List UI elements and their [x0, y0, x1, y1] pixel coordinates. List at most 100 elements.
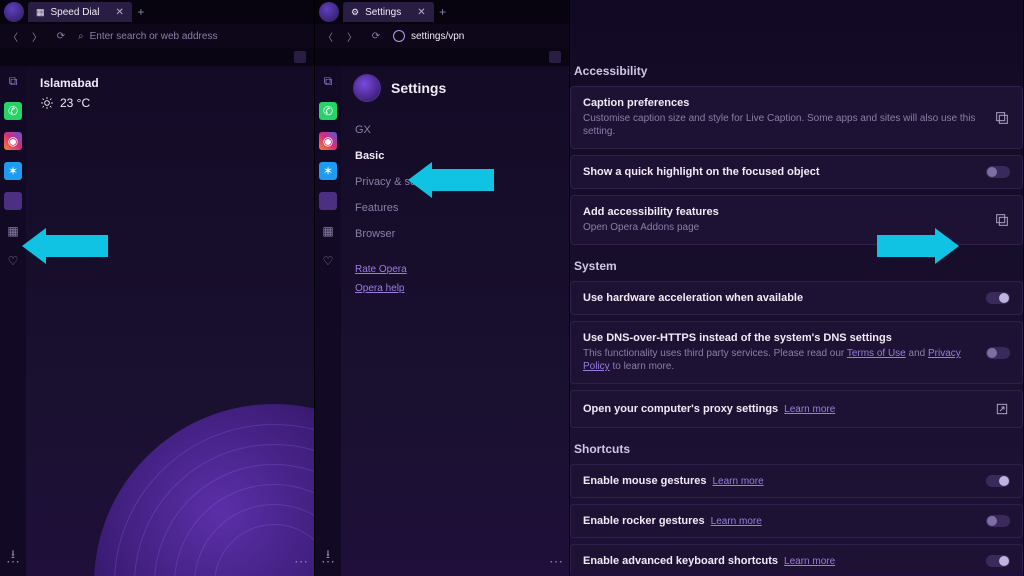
reload-icon[interactable]: ⟳: [369, 31, 383, 42]
link-terms[interactable]: Terms of Use: [847, 348, 906, 359]
row-rocker-gestures[interactable]: Enable rocker gestures Learn more: [570, 504, 1023, 538]
toggle-rocker-gestures[interactable]: [986, 515, 1010, 527]
row-title: Enable advanced keyboard shortcuts: [583, 555, 778, 567]
overflow-menu-left[interactable]: ⋯: [321, 553, 335, 570]
back-icon[interactable]: 〈: [321, 29, 335, 44]
new-tab-button[interactable]: +: [434, 3, 452, 21]
pinned-tile-icon[interactable]: [319, 192, 337, 210]
open-external-icon: [994, 401, 1010, 417]
row-title: Open your computer's proxy settings: [583, 403, 778, 415]
tab-settings[interactable]: ⚙ Settings ✕: [343, 2, 434, 22]
new-tab-button[interactable]: +: [132, 3, 150, 21]
omnibox[interactable]: ⌕ Enter search or web address: [78, 31, 308, 42]
toggle-mouse-gestures[interactable]: [986, 475, 1010, 487]
section-accessibility: Accessibility: [574, 64, 1023, 78]
grid-icon: ▦: [36, 7, 45, 18]
pane-settings-nav: ⚙ Settings ✕ + 〈 〉 ⟳ settings/vpn ⧉ ✆ ◉ …: [315, 0, 570, 576]
tab-title: Settings: [365, 7, 401, 18]
help-links: Rate Opera Opera help: [355, 264, 559, 294]
nav-features[interactable]: Features: [355, 202, 559, 214]
nav-browser[interactable]: Browser: [355, 228, 559, 240]
whatsapp-icon[interactable]: ✆: [4, 102, 22, 120]
link-learn-more[interactable]: Learn more: [784, 556, 835, 567]
row-title: Caption preferences: [583, 97, 984, 109]
twitch-icon[interactable]: ⧉: [4, 72, 22, 90]
link-learn-more[interactable]: Learn more: [784, 404, 835, 415]
heart-icon[interactable]: ♡: [319, 252, 337, 270]
settings-title: Settings: [391, 80, 446, 96]
heart-icon[interactable]: ♡: [4, 252, 22, 270]
overflow-menu-left[interactable]: ⋯: [6, 553, 20, 570]
annotation-arrow-2: [408, 162, 494, 198]
row-subtitle: Customise caption size and style for Liv…: [583, 112, 984, 138]
row-mouse-gestures[interactable]: Enable mouse gestures Learn more: [570, 464, 1023, 498]
omnibox-placeholder: Enter search or web address: [90, 31, 218, 42]
external-link-icon: [994, 212, 1010, 228]
row-title: Show a quick highlight on the focused ob…: [583, 166, 976, 178]
sun-icon: [40, 96, 54, 110]
section-shortcuts: Shortcuts: [574, 442, 1023, 456]
tab-strip: ⚙ Settings ✕ +: [315, 0, 569, 24]
opera-logo-icon: [4, 2, 24, 22]
instagram-icon[interactable]: ◉: [4, 132, 22, 150]
tab-strip: ▦ Speed Dial ✕ +: [0, 0, 314, 24]
whatsapp-icon[interactable]: ✆: [319, 102, 337, 120]
twitter-icon[interactable]: ✶: [4, 162, 22, 180]
link-opera-help[interactable]: Opera help: [355, 283, 559, 294]
row-title: Enable rocker gestures: [583, 515, 705, 527]
left-rail: ⧉ ✆ ◉ ✶ ▦ ♡ ⭳ ⚙: [0, 66, 26, 576]
forward-icon[interactable]: 〉: [345, 29, 359, 44]
address-bar: 〈 〉 ⟳ ⌕ Enter search or web address: [0, 24, 314, 48]
speed-dial-body: Islamabad 23 °C: [26, 66, 314, 576]
nav-basic[interactable]: Basic: [355, 150, 559, 162]
opera-o-icon: [393, 30, 405, 42]
row-dns-over-https[interactable]: Use DNS-over-HTTPS instead of the system…: [570, 321, 1023, 384]
reload-icon[interactable]: ⟳: [54, 31, 68, 42]
annotation-arrow-1: [22, 228, 108, 264]
row-title: Enable mouse gestures: [583, 475, 707, 487]
close-icon[interactable]: ✕: [417, 7, 425, 18]
back-icon[interactable]: 〈: [6, 29, 20, 44]
address-bar: 〈 〉 ⟳ settings/vpn: [315, 24, 569, 48]
tab-speed-dial[interactable]: ▦ Speed Dial ✕: [28, 2, 132, 22]
row-title: Add accessibility features: [583, 206, 984, 218]
pinned-icon[interactable]: [549, 51, 561, 63]
url-text: settings/vpn: [411, 31, 464, 42]
row-title: Use DNS-over-HTTPS instead of the system…: [583, 332, 976, 344]
close-icon[interactable]: ✕: [115, 7, 123, 18]
search-icon: ⌕: [78, 31, 84, 42]
opera-logo-icon: [319, 2, 339, 22]
row-proxy-settings[interactable]: Open your computer's proxy settings Learn…: [570, 390, 1023, 428]
toggle-keyboard-shortcuts[interactable]: [986, 555, 1010, 567]
overflow-menu-right[interactable]: ⋯: [549, 553, 563, 570]
link-rate-opera[interactable]: Rate Opera: [355, 264, 559, 275]
nav-gx[interactable]: GX: [355, 124, 559, 136]
row-title: Use hardware acceleration when available: [583, 292, 976, 304]
twitch-icon[interactable]: ⧉: [319, 72, 337, 90]
row-subtitle: This functionality uses third party serv…: [583, 347, 976, 373]
external-link-icon: [994, 110, 1010, 126]
toggle-doh[interactable]: [986, 347, 1010, 359]
tab-title: Speed Dial: [51, 7, 100, 18]
gear-icon: ⚙: [351, 7, 359, 18]
pinned-icon[interactable]: [294, 51, 306, 63]
toggle-highlight[interactable]: [986, 166, 1010, 178]
row-caption-preferences[interactable]: Caption preferences Customise caption si…: [570, 86, 1023, 149]
toggle-hardware-acceleration[interactable]: [986, 292, 1010, 304]
apps-icon[interactable]: ▦: [4, 222, 22, 240]
omnibox[interactable]: settings/vpn: [393, 30, 563, 42]
instagram-icon[interactable]: ◉: [319, 132, 337, 150]
pinned-tile-icon[interactable]: [4, 192, 22, 210]
background-sphere: [94, 404, 315, 576]
row-hardware-acceleration[interactable]: Use hardware acceleration when available: [570, 281, 1023, 315]
weather-temp: 23 °C: [40, 96, 300, 110]
link-learn-more[interactable]: Learn more: [713, 476, 764, 487]
annotation-arrow-3: [877, 228, 959, 264]
row-keyboard-shortcuts[interactable]: Enable advanced keyboard shortcuts Learn …: [570, 544, 1023, 572]
forward-icon[interactable]: 〉: [30, 29, 44, 44]
overflow-menu-right[interactable]: ⋯: [294, 553, 308, 570]
row-highlight-focus[interactable]: Show a quick highlight on the focused ob…: [570, 155, 1023, 189]
link-learn-more[interactable]: Learn more: [711, 516, 762, 527]
apps-icon[interactable]: ▦: [319, 222, 337, 240]
twitter-icon[interactable]: ✶: [319, 162, 337, 180]
